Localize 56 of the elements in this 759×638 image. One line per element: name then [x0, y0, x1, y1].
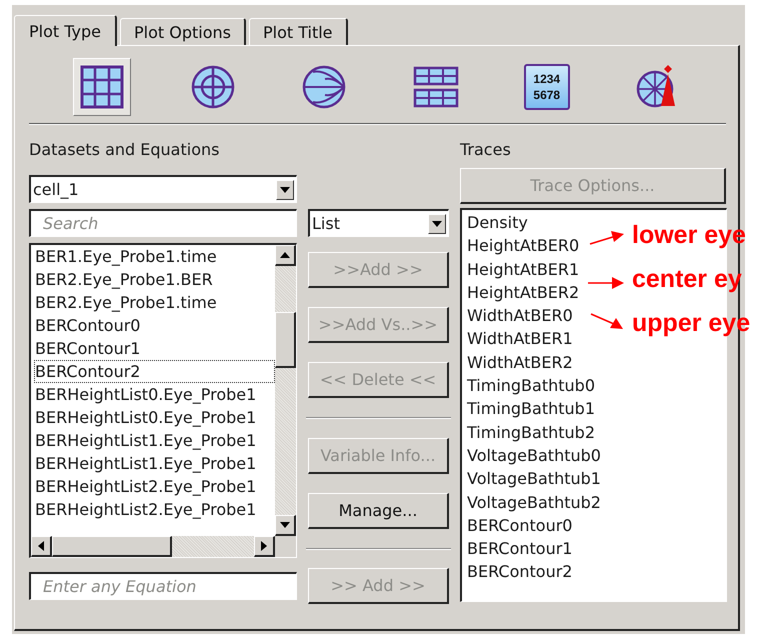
plot-type-button[interactable] [73, 58, 131, 116]
plot-type-button[interactable]: 1234 5678 [518, 58, 576, 116]
trace-item[interactable]: TimingBathtub0 [467, 374, 595, 398]
dataset-item[interactable]: BERHeightList1.Eye_Probe1 [34, 452, 275, 475]
search-field[interactable]: Search [29, 209, 297, 237]
scroll-down-icon[interactable] [275, 515, 296, 536]
grid-icon [79, 64, 125, 110]
trace-item[interactable]: VoltageBathtub2 [467, 490, 601, 514]
dataset-item[interactable]: BERContour2 [34, 360, 275, 383]
numbers-icon: 1234 5678 [524, 64, 570, 110]
trace-item[interactable]: TimingBathtub1 [467, 397, 595, 421]
scrollbar-thumb[interactable] [275, 312, 296, 368]
scrollbar-thumb[interactable] [52, 536, 172, 557]
dataset-item[interactable]: BER2.Eye_Probe1.time [34, 291, 275, 314]
smith-chart-icon [301, 64, 348, 110]
action-button[interactable]: Manage... [308, 493, 449, 529]
trace-item[interactable]: VoltageBathtub0 [467, 444, 601, 468]
tab[interactable]: Plot Title [248, 18, 348, 45]
table-icon [412, 64, 459, 110]
trace-item[interactable]: VoltageBathtub1 [467, 467, 601, 491]
section-label: Datasets and Equations [29, 140, 220, 160]
trace-item[interactable]: WidthAtBER1 [467, 327, 573, 351]
scroll-up-icon[interactable] [275, 245, 296, 266]
tab[interactable]: Plot Type [14, 15, 117, 46]
dataset-item[interactable]: BERHeightList1.Eye_Probe1 [34, 429, 275, 452]
dataset-item[interactable]: BERHeightList0.Eye_Probe1 [34, 383, 275, 406]
trace-item[interactable]: BERContour0 [467, 514, 572, 538]
trace-item[interactable]: Density [467, 211, 528, 234]
trace-item[interactable]: HeightAtBER2 [467, 280, 580, 304]
trace-item[interactable]: BERContour1 [467, 537, 572, 560]
annotation-arrow [590, 231, 624, 245]
vertical-scrollbar[interactable] [275, 245, 296, 536]
dataset-item[interactable]: BERContour0 [34, 314, 275, 337]
scroll-right-icon[interactable] [254, 536, 275, 557]
horizontal-scrollbar[interactable] [31, 536, 275, 557]
section-label: Traces [460, 140, 512, 160]
equation-field[interactable]: Enter any Equation [29, 572, 297, 600]
dataset-item[interactable]: BERHeightList2.Eye_Probe1 [34, 498, 275, 521]
scroll-left-icon[interactable] [31, 536, 52, 557]
annotation-arrow [588, 277, 624, 289]
dataset-dropdown[interactable]: cell_1 [29, 175, 297, 203]
trace-item[interactable]: HeightAtBER1 [467, 258, 580, 281]
dataset-item[interactable]: BER2.Eye_Probe1.BER [34, 268, 275, 291]
dataset-item[interactable]: BERHeightList0.Eye_Probe1 [34, 406, 275, 429]
dataset-item[interactable]: BERContour1 [34, 337, 275, 360]
view-dropdown[interactable]: List [308, 209, 449, 237]
annotation-arrow [590, 313, 623, 329]
trace-item[interactable]: WidthAtBER2 [467, 350, 573, 374]
dataset-item[interactable]: BERHeightList2.Eye_Probe1 [34, 475, 275, 498]
trace-item[interactable]: HeightAtBER0 [467, 234, 580, 258]
trace-item[interactable]: TimingBathtub2 [467, 420, 595, 444]
trace-item[interactable]: WidthAtBER0 [467, 304, 573, 328]
polar-grid-icon [190, 64, 236, 110]
trace-item[interactable]: BERContour2 [467, 560, 572, 584]
dataset-item[interactable]: BER1.Eye_Probe1.time [34, 245, 275, 268]
tab[interactable]: Plot Options [120, 18, 246, 45]
